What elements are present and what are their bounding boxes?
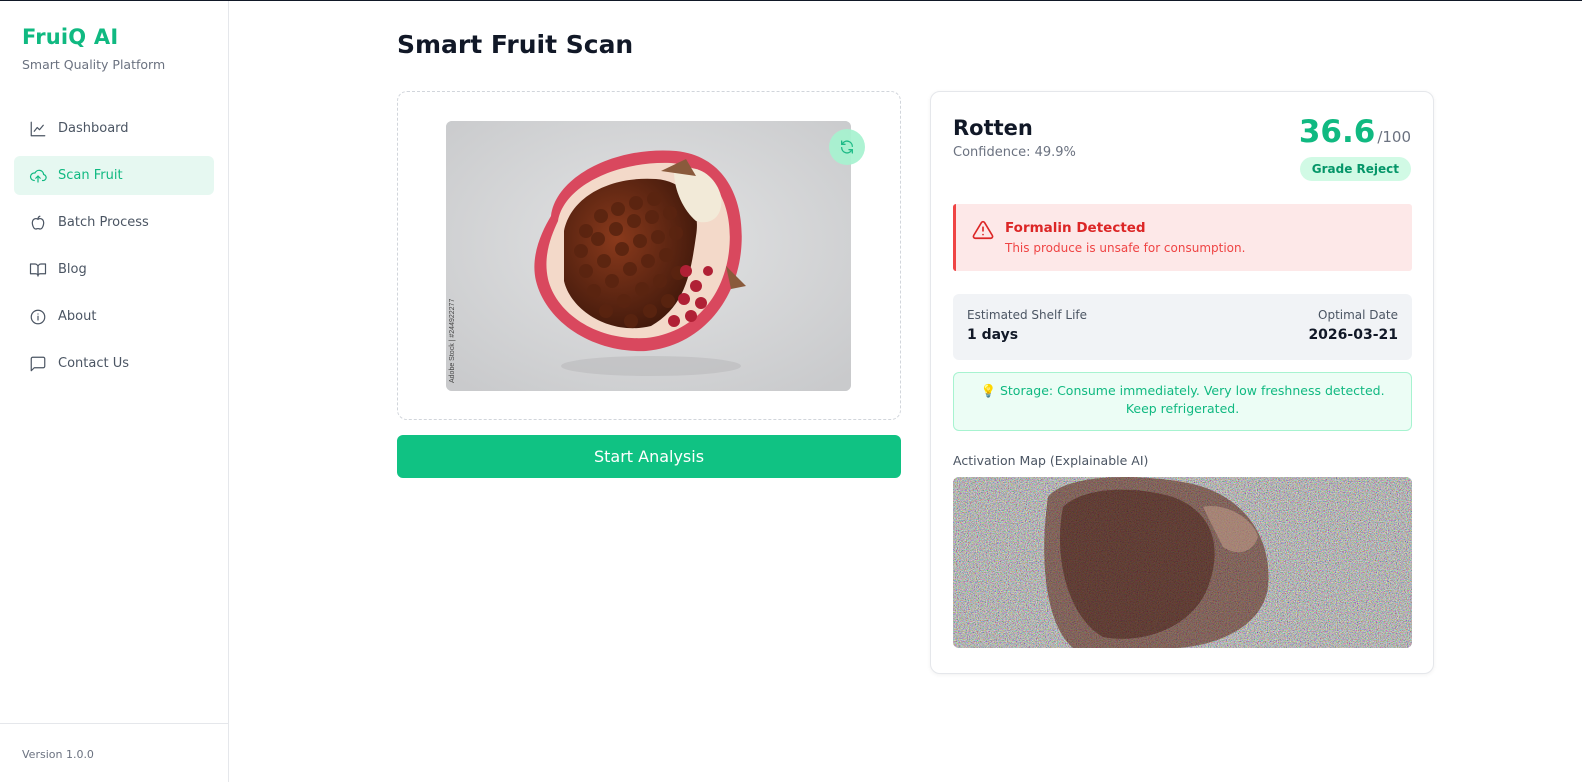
sidebar-item-about[interactable]: About	[14, 297, 214, 336]
storage-advice: 💡 Storage: Consume immediately. Very low…	[953, 372, 1412, 431]
refresh-image-button[interactable]	[829, 129, 865, 165]
activation-map-image	[953, 477, 1412, 648]
refresh-icon	[841, 140, 853, 154]
window-top-border	[0, 0, 1582, 1]
quality-score: 36.6 /100	[1299, 114, 1411, 150]
version-label: Version 1.0.0	[22, 748, 94, 761]
sidebar-item-blog[interactable]: Blog	[14, 250, 214, 289]
sidebar: FruiQ AI Smart Quality Platform Dashboar…	[0, 1, 229, 782]
sidebar-nav: Dashboard Scan Fruit Batch Process Blog …	[14, 109, 214, 391]
sidebar-item-scan-fruit[interactable]: Scan Fruit	[14, 156, 214, 195]
sidebar-item-label: About	[58, 309, 97, 324]
cloud-upload-icon	[29, 167, 47, 185]
alert-text: This produce is unsafe for consumption.	[1005, 241, 1246, 255]
sidebar-item-label: Scan Fruit	[58, 168, 123, 183]
confidence-text: Confidence: 49.9%	[953, 145, 1076, 160]
grade-badge: Grade Reject	[1299, 157, 1411, 181]
optimal-date-label: Optimal Date	[1318, 308, 1398, 322]
sidebar-item-label: Blog	[58, 262, 87, 277]
message-square-icon	[29, 355, 47, 373]
score-value: 36.6	[1298, 114, 1376, 150]
brand-logo[interactable]: FruiQ AI	[22, 25, 118, 49]
sidebar-item-dashboard[interactable]: Dashboard	[14, 109, 214, 148]
sidebar-item-batch-process[interactable]: Batch Process	[14, 203, 214, 242]
shelf-life-value: 1 days	[967, 327, 1019, 343]
chart-line-icon	[29, 120, 47, 138]
page-title: Smart Fruit Scan	[397, 30, 634, 59]
watermark-text: Adobe Stock | #244922277	[449, 299, 456, 383]
sidebar-item-label: Dashboard	[58, 121, 129, 136]
result-card: Rotten Confidence: 49.9% 36.6 /100 Grade…	[930, 91, 1434, 674]
sidebar-footer: Version 1.0.0	[0, 723, 228, 782]
shelf-life-panel: Estimated Shelf Life 1 days Optimal Date…	[953, 294, 1412, 360]
shelf-life-label: Estimated Shelf Life	[967, 308, 1088, 322]
fruit-preview-image: Adobe Stock | #244922277	[446, 121, 851, 391]
sidebar-item-contact-us[interactable]: Contact Us	[14, 344, 214, 383]
formalin-alert: Formalin Detected This produce is unsafe…	[953, 204, 1412, 271]
book-open-icon	[29, 261, 47, 279]
image-upload-dropzone[interactable]: Adobe Stock | #244922277	[397, 91, 901, 420]
info-icon	[29, 308, 47, 326]
start-analysis-button[interactable]: Start Analysis	[397, 435, 901, 478]
activation-map-label: Activation Map (Explainable AI)	[953, 453, 1149, 468]
brand-subtitle: Smart Quality Platform	[22, 57, 166, 72]
score-max: /100	[1377, 128, 1411, 146]
apple-icon	[29, 214, 47, 232]
sidebar-item-label: Contact Us	[58, 356, 129, 371]
alert-title: Formalin Detected	[1005, 220, 1146, 236]
classification-label: Rotten	[953, 116, 1033, 140]
sidebar-item-label: Batch Process	[58, 215, 149, 230]
optimal-date-value: 2026-03-21	[1308, 327, 1398, 343]
warning-triangle-icon	[972, 220, 994, 240]
